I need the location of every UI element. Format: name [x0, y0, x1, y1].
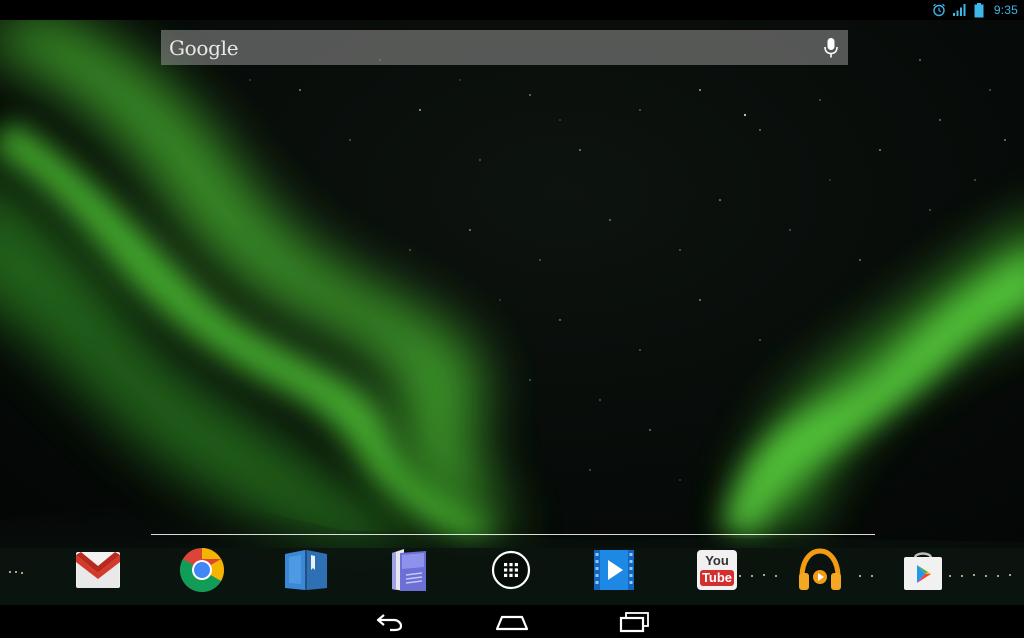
- search-bar[interactable]: Google: [161, 30, 848, 65]
- battery-icon: [971, 2, 987, 18]
- play-movies-icon[interactable]: [590, 546, 638, 594]
- aurora-wallpaper: [0, 0, 1024, 638]
- play-books-icon[interactable]: [282, 546, 330, 594]
- home-screen: 9:35 Google You Tube: [0, 0, 1024, 638]
- play-store-icon[interactable]: [899, 546, 947, 594]
- status-bar: 9:35: [0, 0, 1024, 20]
- dock-divider: [151, 534, 875, 535]
- home-icon[interactable]: [492, 609, 532, 635]
- mic-icon[interactable]: [820, 36, 842, 60]
- recents-icon[interactable]: [614, 609, 654, 635]
- google-logo: Google: [169, 35, 239, 60]
- youtube-label-top: You: [705, 553, 729, 568]
- app-drawer-icon[interactable]: [487, 546, 535, 594]
- youtube-icon[interactable]: You Tube: [693, 546, 741, 594]
- play-magazines-icon[interactable]: [385, 546, 433, 594]
- navigation-bar: [0, 605, 1024, 638]
- back-icon[interactable]: [369, 609, 409, 635]
- alarm-icon: [931, 2, 947, 18]
- youtube-label-bottom: Tube: [702, 570, 732, 585]
- status-time: 9:35: [993, 3, 1018, 17]
- chrome-icon[interactable]: [178, 546, 226, 594]
- headphones-icon[interactable]: [796, 546, 844, 594]
- signal-icon: [951, 2, 967, 18]
- gmail-icon[interactable]: [74, 546, 122, 594]
